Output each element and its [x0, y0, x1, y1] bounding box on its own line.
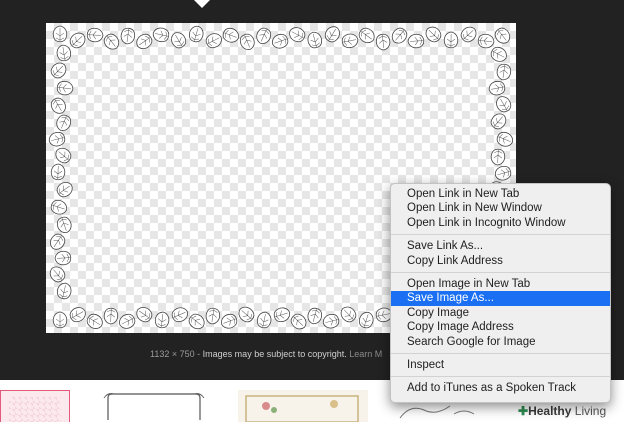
menu-item-open-link-new-window[interactable]: Open Link in New Window — [391, 201, 610, 215]
menu-item-open-link-incognito[interactable]: Open Link in Incognito Window — [391, 216, 610, 230]
menu-item-open-image-new-tab[interactable]: Open Image in New Tab — [391, 277, 610, 291]
menu-separator — [391, 234, 610, 236]
caption-separator: - — [197, 349, 201, 359]
menu-item-copy-image-address[interactable]: Copy Image Address — [391, 320, 610, 334]
menu-item-save-image-as[interactable]: Save Image As... — [391, 291, 610, 306]
context-menu: Open Link in New Tab Open Link in New Wi… — [390, 183, 611, 403]
menu-item-open-link-new-tab[interactable]: Open Link in New Tab — [391, 187, 610, 201]
related-thumbnail[interactable] — [90, 390, 218, 422]
image-dimensions: 1132 × 750 — [150, 349, 195, 359]
badge-bold-text: Healthy — [528, 404, 572, 418]
related-thumbnail[interactable] — [238, 390, 368, 423]
copyright-notice: Images may be subject to copyright. — [202, 349, 347, 359]
healthy-living-badge[interactable]: ✚Healthy Living — [518, 403, 607, 419]
menu-item-add-to-itunes[interactable]: Add to iTunes as a Spoken Track — [391, 381, 610, 395]
menu-separator — [391, 271, 610, 273]
learn-more-link[interactable]: Learn M — [349, 349, 382, 359]
image-caption: 1132 × 750 - Images may be subject to co… — [150, 349, 382, 359]
menu-item-inspect[interactable]: Inspect — [391, 358, 610, 372]
menu-separator — [391, 352, 610, 354]
related-thumbnail[interactable] — [0, 390, 70, 422]
viewer-pointer — [194, 0, 210, 8]
menu-item-save-link-as[interactable]: Save Link As... — [391, 239, 610, 253]
menu-separator — [391, 376, 610, 378]
plus-icon: ✚ — [518, 404, 529, 418]
menu-item-copy-link-address[interactable]: Copy Link Address — [391, 254, 610, 268]
badge-text: Living — [574, 404, 607, 418]
menu-item-search-google-for-image[interactable]: Search Google for Image — [391, 335, 610, 349]
menu-item-copy-image[interactable]: Copy Image — [391, 306, 610, 320]
